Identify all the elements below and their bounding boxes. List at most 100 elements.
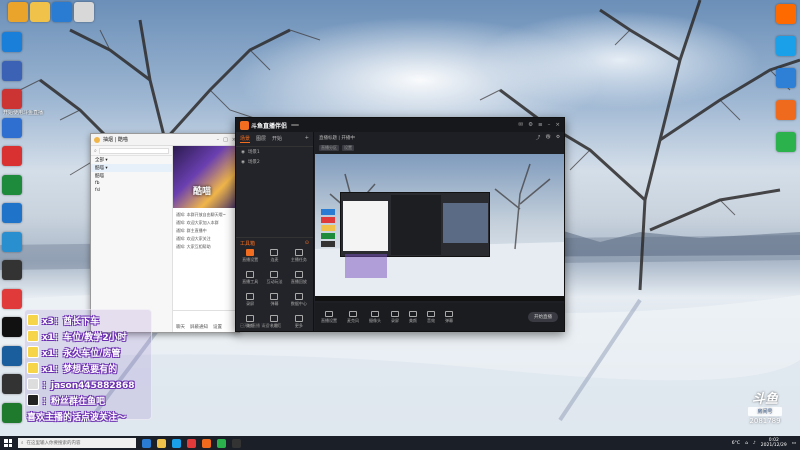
minimize-icon[interactable]: –	[548, 122, 551, 128]
toolbox-item[interactable]: 更多	[287, 315, 311, 329]
stream-chat-overlay: x3：酋长下车 x1：车位/教学2小时 x1：永久车位/房管 x1：梦想总要有的 ：ja…	[24, 309, 152, 424]
desktop-app-icon[interactable]	[776, 132, 796, 152]
taskbar-search-input[interactable]: ⌕ 在这里输入你要搜索的内容	[18, 438, 136, 448]
add-scene-icon[interactable]: +	[305, 135, 309, 143]
desktop-app-icon[interactable]	[2, 89, 22, 109]
search-icon: ⌕	[94, 147, 97, 154]
toolbox-item[interactable]: 直播回放	[287, 271, 311, 285]
desktop-app-icon[interactable]	[2, 146, 22, 166]
tab-scenes[interactable]: 场景	[240, 135, 251, 143]
toolbox-item[interactable]: 录屏	[238, 293, 262, 307]
scene-item[interactable]: ◉ 场景1	[236, 147, 313, 157]
desktop-app-icon[interactable]	[776, 36, 796, 56]
control-icon	[409, 310, 417, 317]
close-icon[interactable]: ×	[555, 122, 560, 128]
volume-icon[interactable]: ♪	[753, 441, 756, 446]
room-title[interactable]: 直播标题 | 开播中	[319, 135, 355, 141]
desktop-top-app-icon[interactable]	[52, 2, 72, 22]
stream-preview[interactable]	[315, 154, 564, 301]
stream-control-button[interactable]: 录屏	[391, 310, 399, 324]
desktop-app-icon[interactable]	[2, 260, 22, 280]
toolbox-item[interactable]: 连麦	[262, 249, 286, 263]
stream-control-button[interactable]: 弹幕	[445, 310, 453, 324]
toolbox-item[interactable]: 直播工具	[238, 271, 262, 285]
notification-icon[interactable]: ▭	[792, 441, 796, 446]
toolbox-item[interactable]: 直播设置	[238, 249, 262, 263]
taskbar-app-icon[interactable]	[232, 438, 241, 448]
desktop-app-icon[interactable]	[776, 100, 796, 120]
stream-companion-window[interactable]: 斗鱼直播伴侣 ✉ ⚙ ≡ – × 场景 图层 开始 + ◉ 场景1 ◉ 场景2 工具箱…	[235, 117, 565, 332]
toolbox-settings-icon[interactable]: ⊙	[305, 240, 309, 247]
desktop-top-app-icon[interactable]	[30, 2, 50, 22]
stream-controls: 直播设置 麦克风 摄像头 录屏 美颜 音效 弹幕 开始直播	[315, 303, 564, 331]
stream-control-button[interactable]: 音效	[427, 310, 435, 324]
group-tree-item[interactable]: fb	[91, 180, 172, 187]
room-settings[interactable]: 设置	[342, 144, 354, 151]
weather-temp[interactable]: 6°C	[732, 441, 740, 446]
toolbox-item[interactable]: 互动玩法	[262, 271, 286, 285]
menu-icon[interactable]: ≡	[538, 122, 543, 128]
group-tree-item[interactable]: 全部 ▾	[91, 156, 172, 164]
desktop-app-icon[interactable]	[2, 60, 22, 81]
desktop-app-icon[interactable]	[2, 345, 22, 366]
desktop-top-app-icon[interactable]	[8, 2, 28, 22]
taskbar-app-icon[interactable]	[172, 438, 181, 448]
group-notice-list: 通知: 本群开放自由聊天哦~ 通知: 欢迎大家加入本群 通知: 群主直播中 通知: 欢…	[173, 208, 239, 251]
desktop-app-icon[interactable]	[2, 203, 22, 223]
group-chat-titlebar[interactable]: 抽烟 | 酷喵 – □ ×	[91, 134, 239, 146]
desktop-app-icon[interactable]	[2, 402, 22, 423]
desktop-app-icon[interactable]	[2, 174, 22, 195]
desktop-app-icon[interactable]	[2, 374, 22, 394]
taskbar-app-icon[interactable]	[187, 438, 196, 448]
group-tree-item[interactable]: fsl	[91, 187, 172, 194]
eye-icon[interactable]: ◉	[241, 150, 245, 155]
share-icon[interactable]: ⤴	[536, 135, 541, 141]
chat-input-area[interactable]: 聊天 屏蔽通知 设置	[173, 310, 239, 332]
stream-app-titlebar[interactable]: 斗鱼直播伴侣 ✉ ⚙ ≡ – ×	[236, 118, 564, 132]
footer-action-2[interactable]: 设置	[213, 324, 222, 330]
toolbox-item[interactable]: 弹幕	[262, 293, 286, 307]
tab-start[interactable]: 开始	[272, 135, 282, 143]
settings-icon[interactable]: ⚙	[528, 122, 533, 128]
group-chat-window[interactable]: 抽烟 | 酷喵 – □ × ⌕ 全部 ▾ 酷喵 ▾ 酷喵 fb fsl 酷喵 通知: 本…	[90, 133, 240, 333]
network-icon[interactable]: ⌂	[745, 441, 748, 446]
stream-control-button[interactable]: 美颜	[409, 310, 417, 324]
group-tree-item[interactable]: 酷喵	[91, 172, 172, 180]
desktop-app-icon[interactable]	[2, 117, 22, 138]
taskbar-app-icon[interactable]	[157, 438, 166, 448]
settings-icon[interactable]: ⚙	[556, 135, 560, 141]
toolbox-item[interactable]: 主播任务	[287, 249, 311, 263]
taskbar-app-icon[interactable]	[217, 438, 226, 448]
start-button[interactable]	[4, 439, 12, 447]
maximize-icon[interactable]: □	[223, 137, 228, 143]
taskbar-app-icon[interactable]	[202, 438, 211, 448]
stream-control-button[interactable]: 摄像头	[369, 310, 381, 324]
footer-action-1[interactable]: 屏蔽通知	[190, 324, 208, 330]
stream-control-button[interactable]: 直播设置	[321, 310, 337, 324]
tree-search-input[interactable]	[98, 147, 169, 154]
desktop-app-icon[interactable]	[776, 4, 796, 24]
desktop-app-icon[interactable]	[2, 317, 22, 337]
desktop-app-icon[interactable]	[2, 32, 22, 52]
taskbar-app-icon[interactable]	[142, 438, 151, 448]
stream-control-button[interactable]: 麦克风	[347, 310, 359, 324]
desktop-app-icon[interactable]	[776, 68, 796, 88]
eye-icon[interactable]: ◉	[241, 160, 245, 165]
version-pill[interactable]	[291, 124, 300, 126]
gift-icon[interactable]: 🎁︎	[545, 135, 551, 141]
scene-item[interactable]: ◉ 场景2	[236, 157, 313, 167]
minimize-icon[interactable]: –	[217, 137, 220, 143]
tool-label: 互动玩法	[266, 279, 283, 284]
footer-action-0[interactable]: 聊天	[176, 324, 185, 330]
group-tree-item[interactable]: 酷喵 ▾	[91, 164, 172, 172]
watermark-room-id: 2081789	[749, 417, 781, 425]
desktop-app-icon[interactable]	[2, 231, 22, 252]
toolbox-item[interactable]: 数据中心	[287, 293, 311, 307]
desktop-app-icon[interactable]	[2, 288, 22, 309]
go-live-button[interactable]: 开始直播	[528, 312, 558, 322]
clock[interactable]: 0:02 2021/12/29	[761, 438, 787, 448]
tab-layers[interactable]: 图层	[256, 135, 266, 143]
room-category[interactable]: 直播分区	[319, 144, 339, 151]
desktop-top-app-icon[interactable]	[74, 2, 94, 22]
message-icon[interactable]: ✉	[518, 122, 523, 128]
